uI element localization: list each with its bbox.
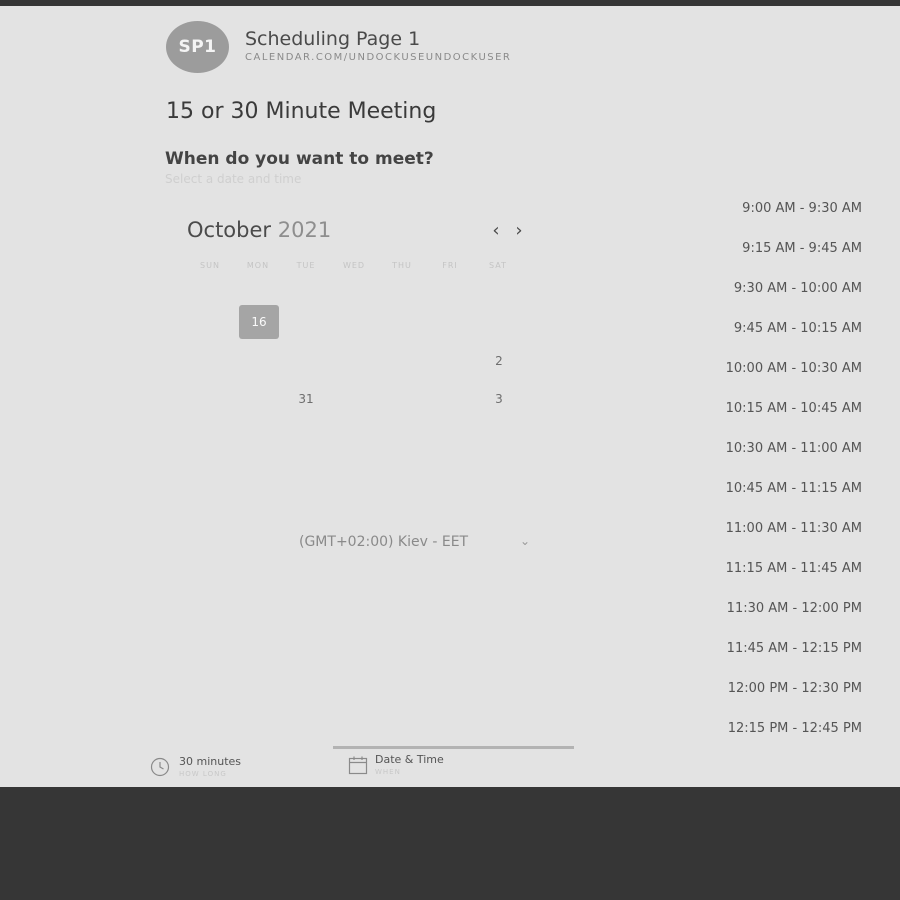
duration-sublabel: HOW LONG: [179, 770, 227, 778]
weekday-mon: MON: [246, 261, 270, 270]
timezone-select[interactable]: (GMT+02:00) Kiev - EET: [299, 534, 468, 550]
time-slot[interactable]: 9:30 AM - 10:00 AM: [712, 281, 862, 296]
meeting-title: 15 or 30 Minute Meeting: [166, 99, 437, 124]
clock-icon: [150, 757, 170, 781]
weekday-wed: WED: [342, 261, 366, 270]
time-slot[interactable]: 12:15 PM - 12:45 PM: [712, 721, 862, 736]
calendar-day[interactable]: 31: [286, 382, 326, 416]
question-heading: When do you want to meet?: [165, 149, 434, 169]
scheduling-panel: SP1 Scheduling Page 1 CALENDAR.COM/UNDOC…: [0, 6, 900, 787]
calendar-day[interactable]: 2: [479, 344, 519, 378]
weekday-thu: THU: [392, 261, 412, 270]
date-time-sublabel: WHEN: [375, 768, 401, 776]
calendar-icon: [348, 755, 368, 779]
page-url: CALENDAR.COM/UNDOCKUSEUNDOCKUSER: [245, 52, 512, 63]
hint-text: Select a date and time: [165, 172, 302, 186]
chevron-right-icon[interactable]: ›: [511, 219, 527, 241]
time-slot[interactable]: 11:15 AM - 11:45 AM: [712, 561, 862, 576]
avatar: SP1: [166, 21, 229, 73]
duration-label: 30 minutes: [179, 755, 242, 768]
chevron-down-icon[interactable]: ⌄: [520, 534, 530, 548]
weekday-sat: SAT: [489, 261, 507, 270]
time-slot[interactable]: 9:45 AM - 10:15 AM: [712, 321, 862, 336]
time-slot[interactable]: 10:15 AM - 10:45 AM: [712, 401, 862, 416]
time-slot[interactable]: 10:00 AM - 10:30 AM: [712, 361, 862, 376]
month-name: October: [187, 218, 272, 242]
weekday-sun: SUN: [200, 261, 220, 270]
page-background: [0, 787, 900, 900]
time-slot[interactable]: 12:00 PM - 12:30 PM: [712, 681, 862, 696]
calendar-day[interactable]: 3: [479, 382, 519, 416]
time-slot[interactable]: 10:30 AM - 11:00 AM: [712, 441, 862, 456]
time-slot[interactable]: 9:15 AM - 9:45 AM: [712, 241, 862, 256]
date-time-label: Date & Time: [375, 753, 444, 766]
year-label: 2021: [277, 218, 332, 242]
weekday-tue: TUE: [296, 261, 316, 270]
time-slot[interactable]: 11:45 AM - 12:15 PM: [712, 641, 862, 656]
weekday-fri: FRI: [442, 261, 458, 270]
time-slot[interactable]: 11:30 AM - 12:00 PM: [712, 601, 862, 616]
chevron-left-icon[interactable]: ‹: [488, 219, 504, 241]
calendar-month-label: October 2021: [187, 218, 331, 242]
active-step-indicator: [333, 746, 574, 749]
page-title: Scheduling Page 1: [245, 28, 421, 50]
time-slot[interactable]: 9:00 AM - 9:30 AM: [712, 201, 862, 216]
calendar-day-selected[interactable]: 16: [239, 305, 279, 339]
time-slot[interactable]: 10:45 AM - 11:15 AM: [712, 481, 862, 496]
time-slot[interactable]: 11:00 AM - 11:30 AM: [712, 521, 862, 536]
